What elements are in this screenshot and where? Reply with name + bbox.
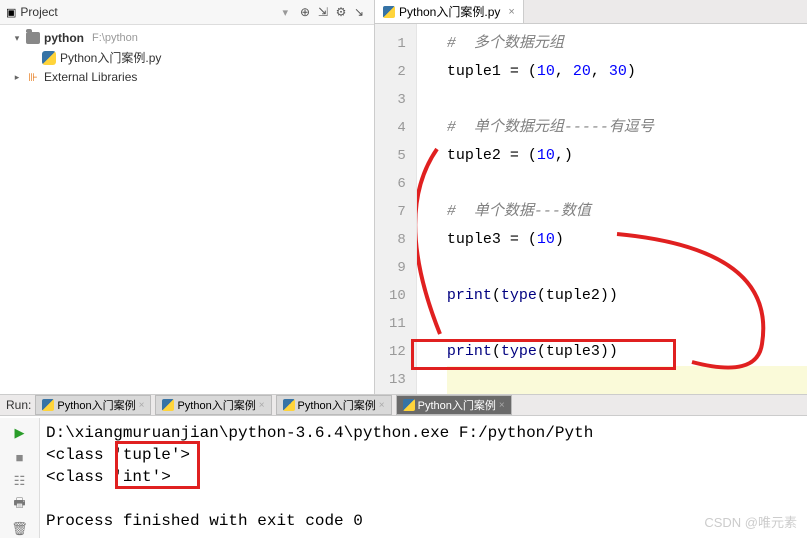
console-line: <class 'tuple'> bbox=[46, 444, 801, 466]
python-file-icon bbox=[383, 6, 395, 18]
project-file-label: Python入门案例.py bbox=[60, 49, 161, 66]
editor-pane: Python入门案例.py × 1 2 3 4 5 6 7 8 9 10 11 … bbox=[375, 0, 807, 415]
console-line: <class 'int'> bbox=[46, 466, 801, 488]
python-file-icon bbox=[42, 399, 54, 411]
external-libs-node[interactable]: ▸ ⊪ External Libraries bbox=[0, 68, 374, 86]
run-config-tab[interactable]: Python入门案例× bbox=[35, 395, 151, 415]
project-header: ▣ Project ▾ ⊕ ⇲ ⚙ ↘ bbox=[0, 0, 374, 25]
editor-tabbar: Python入门案例.py × bbox=[375, 0, 807, 24]
code-editor[interactable]: 1 2 3 4 5 6 7 8 9 10 11 12 13 14 # 多个数据元… bbox=[375, 24, 807, 415]
gear-icon[interactable]: ⚙ bbox=[332, 3, 350, 21]
python-file-icon bbox=[42, 51, 56, 65]
console-command: D:\xiangmuruanjian\python-3.6.4\python.e… bbox=[46, 422, 801, 444]
python-file-icon bbox=[162, 399, 174, 411]
editor-tab[interactable]: Python入门案例.py × bbox=[375, 0, 524, 23]
close-icon[interactable]: × bbox=[139, 400, 145, 411]
chevron-down-icon[interactable]: ▾ bbox=[12, 33, 22, 43]
console-exit: Process finished with exit code 0 bbox=[46, 510, 801, 532]
print-button[interactable]: 🖶 bbox=[11, 496, 29, 514]
rerun-button[interactable]: ▶ bbox=[11, 424, 29, 442]
run-header: Run: Python入门案例× Python入门案例× Python入门案例×… bbox=[0, 394, 807, 416]
run-config-tab[interactable]: Python入门案例× bbox=[155, 395, 271, 415]
chevron-right-icon[interactable]: ▸ bbox=[12, 72, 22, 82]
run-toolbar: ▶ ■ ☷ 🖶 🗑 bbox=[0, 418, 40, 538]
project-file-node[interactable]: Python入门案例.py bbox=[0, 47, 374, 68]
console-output[interactable]: D:\xiangmuruanjian\python-3.6.4\python.e… bbox=[40, 418, 807, 538]
layout-button[interactable]: ☷ bbox=[11, 472, 29, 490]
hide-icon[interactable]: ↘ bbox=[350, 3, 368, 21]
folder-icon bbox=[26, 32, 40, 44]
run-config-tab[interactable]: Python入门案例× bbox=[276, 395, 392, 415]
close-icon[interactable]: × bbox=[504, 6, 514, 18]
line-gutter: 1 2 3 4 5 6 7 8 9 10 11 12 13 14 bbox=[375, 24, 417, 415]
stop-button[interactable]: ■ bbox=[11, 448, 29, 466]
project-tree: ▾ python F:\python Python入门案例.py ▸ ⊪ Ext… bbox=[0, 25, 374, 90]
project-root-node[interactable]: ▾ python F:\python bbox=[0, 29, 374, 47]
close-icon[interactable]: × bbox=[259, 400, 265, 411]
library-icon: ⊪ bbox=[26, 70, 40, 84]
target-icon[interactable]: ⊕ bbox=[296, 3, 314, 21]
run-config-tab[interactable]: Python入门案例× bbox=[396, 395, 512, 415]
editor-tab-label: Python入门案例.py bbox=[399, 3, 500, 20]
close-icon[interactable]: × bbox=[499, 400, 505, 411]
run-label: Run: bbox=[6, 398, 31, 412]
project-title: Project bbox=[20, 5, 282, 19]
project-root-path: F:\python bbox=[92, 32, 138, 44]
project-root-label: python bbox=[44, 31, 84, 45]
run-tool-window: Run: Python入门案例× Python入门案例× Python入门案例×… bbox=[0, 416, 807, 538]
project-tool-window: ▣ Project ▾ ⊕ ⇲ ⚙ ↘ ▾ python F:\python P… bbox=[0, 0, 375, 415]
python-file-icon bbox=[283, 399, 295, 411]
code-body[interactable]: # 多个数据元组 tuple1 = (10, 20, 30) # 单个数据元组-… bbox=[417, 24, 807, 415]
python-file-icon bbox=[403, 399, 415, 411]
external-libs-label: External Libraries bbox=[44, 70, 137, 84]
clear-button[interactable]: 🗑 bbox=[11, 520, 29, 538]
close-icon[interactable]: × bbox=[379, 400, 385, 411]
watermark: CSDN @唯元素 bbox=[704, 512, 797, 531]
collapse-icon[interactable]: ⇲ bbox=[314, 3, 332, 21]
